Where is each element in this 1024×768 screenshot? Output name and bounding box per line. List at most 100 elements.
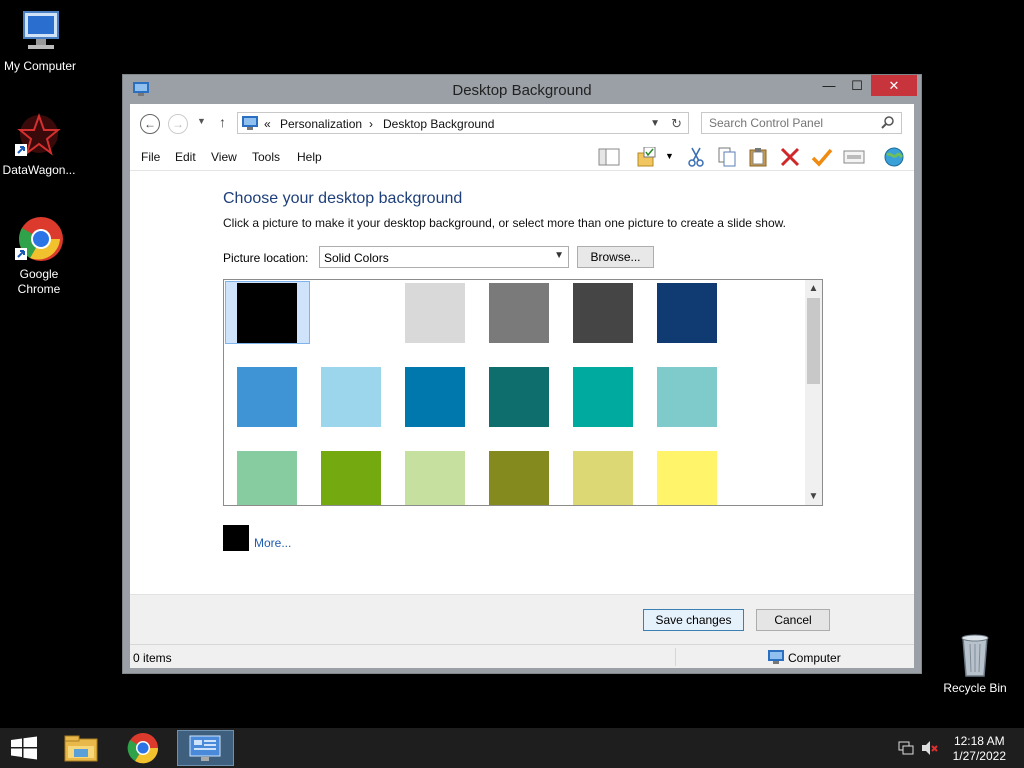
cut-icon[interactable] — [685, 147, 707, 167]
color-swatch[interactable] — [657, 367, 717, 427]
cancel-button[interactable]: Cancel — [756, 609, 830, 631]
apply-check-icon[interactable] — [811, 147, 833, 167]
scroll-down-arrow[interactable]: ▼ — [805, 491, 822, 502]
desktop-icon-label: Google Chrome — [17, 267, 61, 296]
clock-date: 1/27/2022 — [952, 749, 1006, 763]
color-swatch[interactable] — [321, 451, 381, 505]
menu-edit[interactable]: Edit — [175, 150, 196, 164]
picture-location-select[interactable]: Solid Colors ▼ — [319, 246, 569, 268]
maximize-button[interactable]: ☐ — [843, 75, 871, 96]
breadcrumb-separator[interactable]: › — [369, 117, 373, 131]
datawagon-icon — [15, 112, 63, 160]
refresh-icon[interactable]: ↻ — [671, 116, 682, 132]
address-row: ← → ▼ ↑ « Personalization › Desktop Back… — [130, 104, 914, 141]
desktop-icon-my-computer[interactable]: My Computer — [0, 8, 80, 74]
color-swatch[interactable] — [573, 283, 633, 343]
recent-locations-dropdown[interactable]: ▼ — [197, 116, 206, 126]
desktop-icon-label: My Computer — [3, 59, 77, 73]
recycle-bin-icon — [951, 630, 999, 678]
breadcrumb-desktop-background[interactable]: Desktop Background — [383, 117, 494, 131]
color-swatch[interactable] — [657, 283, 717, 343]
status-computer-icon — [768, 650, 784, 667]
save-changes-button[interactable]: Save changes — [643, 609, 744, 631]
scroll-up-arrow[interactable]: ▲ — [805, 283, 822, 294]
minimize-button[interactable]: — — [815, 75, 843, 96]
menu-view[interactable]: View — [211, 150, 237, 164]
desktop-icon-datawagon[interactable]: DataWagon... — [0, 112, 79, 178]
system-clock[interactable]: 12:18 AM 1/27/2022 — [953, 734, 1006, 764]
globe-icon[interactable] — [883, 147, 905, 167]
scroll-thumb[interactable] — [807, 298, 820, 384]
color-swatch[interactable] — [405, 283, 465, 343]
chrome-icon — [127, 733, 159, 764]
address-chevrons[interactable]: « — [264, 117, 271, 131]
color-swatch[interactable] — [489, 451, 549, 505]
menu-tools[interactable]: Tools — [252, 150, 280, 164]
layout-pane-icon[interactable] — [598, 147, 620, 167]
search-box[interactable] — [701, 112, 902, 134]
menu-bar: File Edit View Tools Help ▼ — [130, 141, 914, 171]
breadcrumb-personalization[interactable]: Personalization — [280, 117, 362, 131]
taskbar-file-explorer[interactable] — [54, 730, 108, 766]
color-swatch[interactable] — [573, 451, 633, 505]
title-bar[interactable]: Desktop Background — ☐ ✕ — [123, 75, 921, 104]
close-button[interactable]: ✕ — [871, 75, 917, 96]
taskbar-control-panel[interactable] — [177, 730, 234, 766]
volume-muted-icon[interactable] — [921, 740, 939, 759]
up-button[interactable]: ↑ — [219, 114, 226, 130]
taskbar: 12:18 AM 1/27/2022 — [0, 728, 1024, 768]
control-panel-icon — [189, 735, 221, 761]
paste-icon[interactable] — [747, 147, 769, 167]
color-swatch[interactable] — [489, 367, 549, 427]
forward-button[interactable]: → — [168, 114, 188, 134]
desktop-icon-label: DataWagon... — [2, 163, 76, 177]
back-button[interactable]: ← — [140, 114, 160, 134]
menu-help[interactable]: Help — [297, 150, 322, 164]
color-swatch[interactable] — [237, 451, 297, 505]
computer-icon — [16, 8, 64, 56]
desktop-icon-label: Recycle Bin — [943, 681, 1007, 695]
search-input[interactable] — [702, 113, 872, 133]
copy-icon[interactable] — [716, 147, 738, 167]
start-button[interactable] — [0, 730, 48, 766]
color-swatch[interactable] — [237, 367, 297, 427]
more-colors-link[interactable]: More... — [254, 536, 291, 550]
properties-dropdown-icon[interactable]: ▼ — [665, 151, 675, 171]
status-bar: 0 items Computer — [130, 644, 914, 668]
taskbar-google-chrome[interactable] — [116, 730, 170, 766]
color-swatch[interactable] — [405, 367, 465, 427]
chevron-down-icon: ▼ — [554, 250, 564, 261]
current-color-swatch[interactable] — [223, 525, 249, 551]
desktop-background-window: Desktop Background — ☐ ✕ ← → ▼ ↑ « Perso… — [122, 74, 922, 674]
window-title: Desktop Background — [452, 82, 592, 99]
color-swatch[interactable] — [573, 367, 633, 427]
properties-folder-icon[interactable] — [636, 146, 658, 167]
color-swatch[interactable] — [405, 451, 465, 505]
color-swatch-grid: ▲ ▼ — [223, 279, 823, 506]
vertical-scrollbar[interactable]: ▲ ▼ — [805, 280, 822, 505]
network-icon[interactable] — [898, 740, 914, 759]
view-options-icon[interactable] — [843, 147, 865, 167]
menu-file[interactable]: File — [141, 150, 160, 164]
color-swatch[interactable] — [237, 283, 297, 343]
search-icon[interactable] — [881, 115, 895, 132]
delete-icon[interactable] — [779, 147, 801, 167]
browse-button[interactable]: Browse... — [577, 246, 654, 268]
address-bar[interactable]: « Personalization › Desktop Background ▼… — [237, 112, 689, 134]
status-divider — [675, 648, 676, 666]
color-swatch[interactable] — [321, 283, 381, 343]
status-item-count: 0 items — [133, 651, 172, 665]
action-footer: Save changes Cancel — [130, 594, 914, 644]
address-dropdown-icon[interactable]: ▼ — [650, 118, 660, 129]
chrome-icon — [15, 216, 63, 264]
desktop-icon-recycle-bin[interactable]: Recycle Bin — [935, 630, 1015, 696]
page-instructions: Click a picture to make it your desktop … — [223, 216, 786, 230]
color-swatch[interactable] — [321, 367, 381, 427]
page-heading: Choose your desktop background — [223, 190, 463, 207]
color-swatch[interactable] — [657, 451, 717, 505]
content-area: Choose your desktop background Click a p… — [130, 172, 914, 594]
picture-location-value: Solid Colors — [324, 251, 389, 265]
color-swatch[interactable] — [489, 283, 549, 343]
picture-location-label: Picture location: — [223, 251, 309, 265]
desktop-icon-google-chrome[interactable]: Google Chrome — [0, 216, 79, 297]
